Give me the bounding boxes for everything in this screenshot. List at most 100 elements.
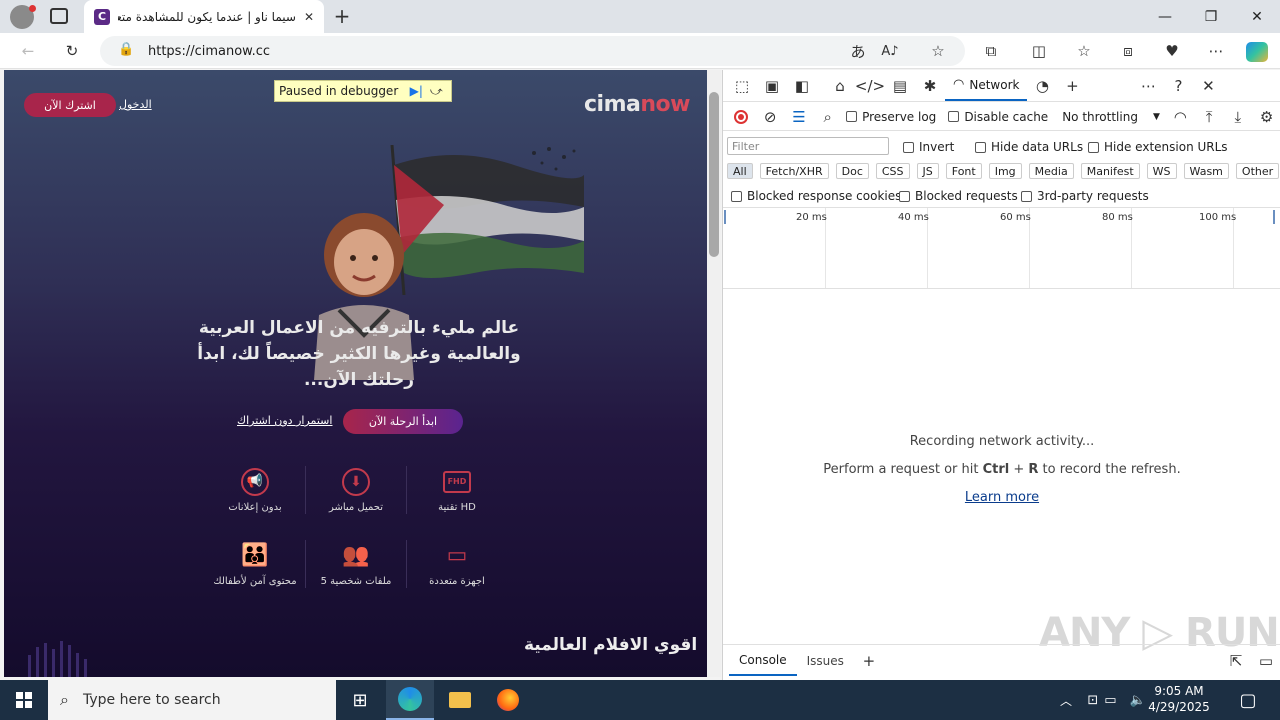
scrollbar-thumb[interactable] [709, 92, 719, 257]
tab-close-icon[interactable]: ✕ [304, 10, 314, 24]
network-icon[interactable]: ▭ [1104, 693, 1116, 708]
timeline-handle-left[interactable] [724, 210, 726, 224]
favorites-icon[interactable]: ☆ [1068, 36, 1100, 66]
lock-icon[interactable]: 🔒 [118, 42, 134, 57]
network-timeline-overview[interactable]: 20 ms 40 ms 60 ms 80 ms 100 ms [723, 207, 1280, 289]
third-party-checkbox[interactable]: 3rd-party requests [1021, 189, 1149, 203]
hide-data-urls-checkbox[interactable]: Hide data URLs [975, 140, 1083, 154]
search-icon[interactable]: ⌕ [813, 102, 842, 132]
performance-gauge-icon[interactable]: ◔ [1027, 71, 1057, 101]
filter-chip-media[interactable]: Media [1028, 163, 1074, 179]
feature-kids-safe: 👪 محتوى آمن لأطفالك [205, 542, 305, 587]
file-explorer-icon[interactable] [436, 680, 484, 720]
filter-toggle-icon[interactable]: ☰ [785, 102, 814, 132]
restore-button[interactable]: ❐ [1188, 0, 1234, 33]
more-menu-icon[interactable]: ⋯ [1200, 36, 1232, 66]
devtools-menu-icon[interactable]: ⋯ [1133, 71, 1163, 101]
learn-more-link[interactable]: Learn more [723, 484, 1280, 512]
task-view-icon[interactable]: ⊞ [336, 680, 384, 720]
disable-cache-checkbox[interactable]: Disable cache [948, 110, 1048, 124]
devtools-panel: ⬚ ▣ ◧ ⌂ </> ▤ ✱ ◠ Network ◔ + ⋯ ? ✕ ⊘ ☰ … [722, 70, 1280, 680]
login-link[interactable]: الدخول [119, 98, 152, 111]
network-conditions-icon[interactable]: ◠ [1166, 102, 1195, 132]
tab-actions-icon[interactable] [50, 8, 68, 24]
filter-chip-manifest[interactable]: Manifest [1080, 163, 1140, 179]
timeline-label: 20 ms [796, 212, 827, 223]
edge-taskbar-icon[interactable] [386, 680, 434, 720]
invert-checkbox[interactable]: Invert [903, 140, 954, 154]
drawer-tab-issues[interactable]: Issues [797, 654, 854, 668]
close-window-button[interactable]: ✕ [1234, 0, 1280, 33]
timeline-label: 80 ms [1102, 212, 1133, 223]
filter-chip-all[interactable]: All [727, 163, 753, 179]
refresh-icon[interactable]: ↻ [56, 36, 88, 66]
hide-extension-urls-checkbox[interactable]: Hide extension URLs [1088, 140, 1228, 154]
preserve-log-checkbox[interactable]: Preserve log [846, 110, 936, 124]
timeline-handle-right[interactable] [1273, 210, 1275, 224]
start-windows-icon[interactable] [0, 680, 48, 720]
back-icon[interactable]: ← [12, 36, 44, 66]
record-icon[interactable] [727, 102, 756, 132]
collections-icon[interactable]: ⧈ [1112, 36, 1144, 66]
device-emulation-icon[interactable]: ▣ [757, 71, 787, 101]
search-placeholder: Type here to search [82, 692, 221, 708]
cimanow-logo[interactable]: cimanow [584, 92, 690, 117]
active-tab[interactable]: C سيما ناو | عندما يكون للمشاهدة متعة ✕ [84, 0, 324, 33]
split-screen-icon[interactable]: ◫ [1023, 36, 1055, 66]
copilot-icon[interactable] [1246, 42, 1268, 62]
inspect-icon[interactable]: ⬚ [727, 71, 757, 101]
filter-chip-img[interactable]: Img [988, 163, 1022, 179]
extensions-icon[interactable]: ⧉ [975, 36, 1007, 66]
settings-gear-icon[interactable]: ⚙ [1252, 102, 1280, 132]
throttling-value: No throttling [1062, 109, 1138, 124]
taskbar-search-box[interactable]: ⌕ Type here to search [48, 680, 336, 720]
filter-chip-ws[interactable]: WS [1146, 163, 1177, 179]
filter-chip-fetch-xhr[interactable]: Fetch/XHR [759, 163, 829, 179]
drawer-add-icon[interactable]: + [854, 646, 884, 676]
taskbar-clock[interactable]: 9:05 AM 4/29/2025 [1140, 683, 1218, 715]
filter-input[interactable]: Filter [727, 137, 889, 155]
firefox-icon[interactable] [484, 680, 532, 720]
timeline-label: 100 ms [1199, 212, 1237, 223]
filter-chip-css[interactable]: CSS [875, 163, 910, 179]
export-har-icon[interactable]: ⤓ [1223, 102, 1252, 132]
tray-icons[interactable]: ⊡ ▭ [1078, 680, 1126, 720]
performance-icon[interactable]: ♥ [1156, 36, 1188, 66]
read-aloud-icon[interactable]: A♪ [874, 36, 906, 66]
filter-chip-other[interactable]: Other [1235, 163, 1280, 179]
clear-icon[interactable]: ⊘ [756, 102, 785, 132]
close-devtools-icon[interactable]: ✕ [1193, 71, 1223, 101]
welcome-home-icon[interactable]: ⌂ [825, 71, 855, 101]
translate-icon[interactable]: あ [842, 36, 874, 66]
help-icon[interactable]: ? [1163, 71, 1193, 101]
sources-bug-icon[interactable]: ✱ [915, 71, 945, 101]
filter-chip-js[interactable]: JS [916, 163, 939, 179]
address-bar[interactable]: 🔒 https://cimanow.cc あ A♪ ☆ [100, 36, 965, 66]
new-tab-button[interactable]: + [330, 4, 354, 28]
blocked-cookies-checkbox[interactable]: Blocked response cookies [731, 189, 901, 203]
minimize-button[interactable]: — [1142, 0, 1188, 33]
dock-icon[interactable]: ◧ [787, 71, 817, 101]
dock-drawer-icon[interactable]: ⇱ [1221, 646, 1251, 676]
notifications-icon[interactable]: ▢ [1224, 680, 1272, 720]
step-over-icon[interactable]: ⤻ [426, 81, 446, 101]
close-drawer-icon[interactable]: ▭ [1251, 646, 1280, 676]
drawer-tab-console[interactable]: Console [729, 645, 797, 676]
blocked-requests-checkbox[interactable]: Blocked requests [899, 189, 1018, 203]
more-tools-plus-icon[interactable]: + [1057, 71, 1087, 101]
subscribe-button[interactable]: اشترك الآن [24, 93, 116, 117]
filter-chip-wasm[interactable]: Wasm [1183, 163, 1229, 179]
import-har-icon[interactable]: ⤒ [1195, 102, 1224, 132]
favorite-star-icon[interactable]: ☆ [922, 36, 954, 66]
start-journey-button[interactable]: ابدأ الرحلة الآن [343, 409, 463, 434]
filter-chip-font[interactable]: Font [945, 163, 982, 179]
console-icon[interactable]: ▤ [885, 71, 915, 101]
elements-icon[interactable]: </> [855, 71, 885, 101]
resume-icon[interactable]: ▶| [406, 81, 426, 101]
filter-chip-doc[interactable]: Doc [835, 163, 869, 179]
continue-without-subscription-link[interactable]: استمرار دون اشتراك [237, 414, 332, 427]
security-icon[interactable]: ⊡ [1087, 693, 1098, 708]
tray-chevron-icon[interactable]: ︿ [1054, 680, 1078, 720]
tab-network[interactable]: ◠ Network [945, 70, 1028, 101]
throttling-select[interactable]: No throttling ▼ [1062, 110, 1160, 124]
